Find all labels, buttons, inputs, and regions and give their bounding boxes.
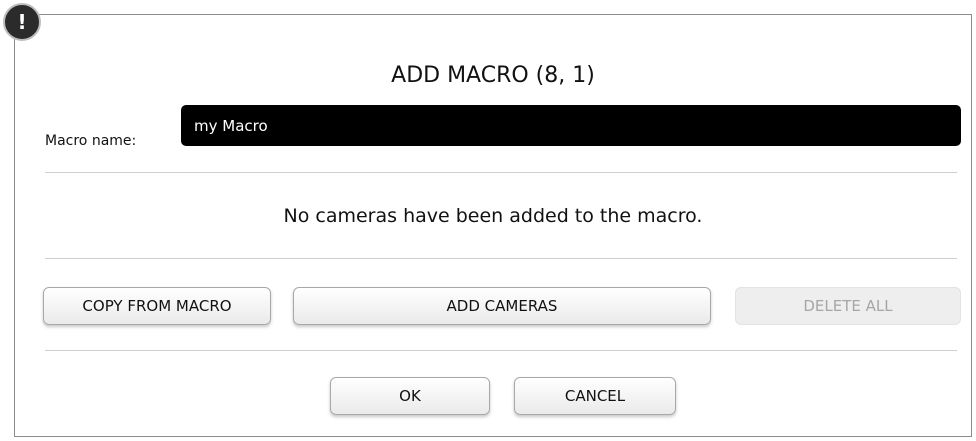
macro-name-label: Macro name:: [45, 133, 137, 149]
divider-bottom: [45, 350, 957, 351]
divider-top: [45, 172, 957, 173]
alert-icon: !: [3, 3, 41, 41]
delete-all-button: DELETE ALL: [735, 287, 961, 325]
copy-from-macro-button[interactable]: COPY FROM MACRO: [43, 287, 271, 325]
add-macro-dialog: ADD MACRO (8, 1) Macro name: No cameras …: [14, 14, 972, 437]
cancel-button[interactable]: CANCEL: [514, 377, 676, 415]
empty-cameras-message: No cameras have been added to the macro.: [283, 205, 703, 227]
dialog-title: ADD MACRO (8, 1): [391, 63, 595, 88]
macro-name-input[interactable]: [181, 105, 961, 146]
divider-middle: [45, 258, 957, 259]
ok-button[interactable]: OK: [330, 377, 490, 415]
add-cameras-button[interactable]: ADD CAMERAS: [293, 287, 711, 325]
